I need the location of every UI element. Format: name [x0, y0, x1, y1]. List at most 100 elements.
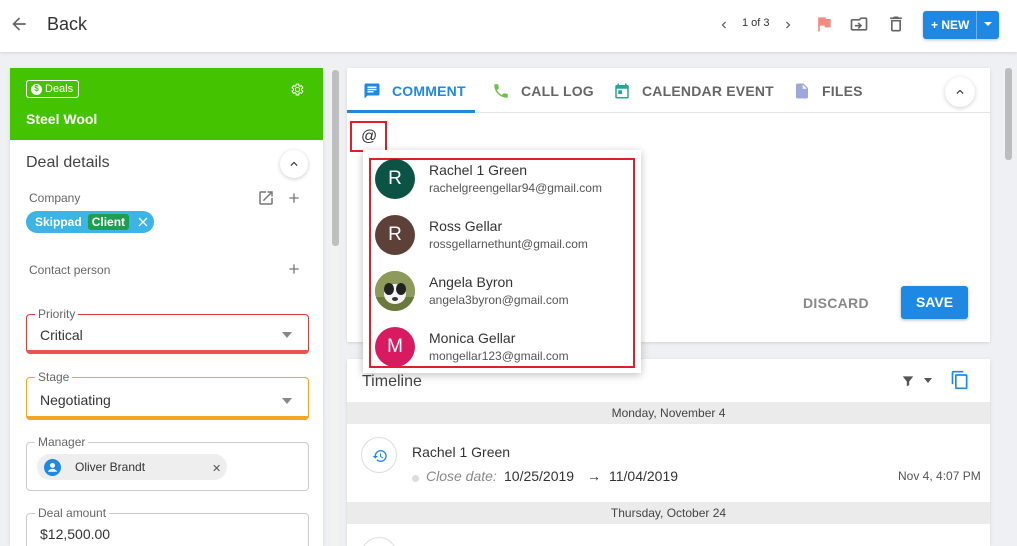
discard-button[interactable]: DISCARD: [803, 295, 869, 311]
file-icon: [796, 83, 808, 99]
chevron-up-icon: [290, 161, 298, 166]
user-icon: [44, 459, 61, 476]
tab-files[interactable]: FILES: [793, 81, 863, 101]
event-field-label: Close date:: [426, 468, 497, 484]
event-title: Rachel 1 Green: [412, 444, 511, 460]
tab-call-log-label: CALL LOG: [521, 83, 594, 99]
deal-details-collapse-button[interactable]: [280, 150, 308, 178]
date-header: Thursday, October 24: [347, 502, 990, 524]
comment-input[interactable]: @: [350, 121, 387, 152]
pager-indicator: 1 of 3: [742, 17, 770, 29]
mention-item[interactable]: Angela Byron angela3byron@gmail.com: [375, 271, 625, 325]
status-dot: [412, 475, 419, 482]
mention-email: mongellar123@gmail.com: [429, 349, 569, 363]
history-icon: [361, 437, 397, 473]
composer-collapse-button[interactable]: [945, 77, 975, 107]
manager-chip[interactable]: Oliver Brandt ✕: [37, 454, 227, 480]
priority-select[interactable]: Priority Critical: [26, 307, 309, 354]
stage-value: Negotiating: [40, 392, 111, 408]
caret-down-icon[interactable]: [983, 19, 993, 29]
priority-label: Priority: [35, 307, 79, 321]
phone-icon: [494, 84, 508, 98]
deal-amount-value: $12,500.00: [40, 526, 111, 542]
avatar: R: [375, 215, 415, 255]
mention-item[interactable]: R Ross Gellar rossgellarnethunt@gmail.co…: [375, 215, 625, 269]
company-chip[interactable]: Skippad Client: [26, 211, 155, 233]
tab-call-log[interactable]: CALL LOG: [492, 81, 594, 101]
left-scrollbar-thumb[interactable]: [332, 70, 339, 246]
open-external-icon[interactable]: [257, 189, 275, 207]
client-tag: Client: [87, 214, 130, 230]
mention-item[interactable]: R Rachel 1 Green rachelgreengellar94@gma…: [375, 159, 625, 213]
chevron-left-icon[interactable]: [717, 16, 731, 34]
deals-badge-label: Deals: [45, 83, 74, 95]
chevron-right-icon[interactable]: [781, 16, 795, 34]
deal-details-title: Deal details: [26, 154, 110, 171]
flag-icon[interactable]: [814, 14, 834, 34]
stage-label: Stage: [35, 370, 73, 384]
mention-name: Angela Byron: [429, 274, 514, 290]
mention-item[interactable]: M Monica Gellar mongellar123@gmail.com: [375, 327, 625, 381]
deal-name: Steel Wool: [26, 111, 98, 127]
avatar-photo: [375, 271, 415, 311]
event-old-value: 10/25/2019: [504, 468, 575, 484]
remove-company-icon[interactable]: [138, 217, 148, 227]
arrow-right-icon: →: [587, 468, 601, 484]
event-timestamp: Nov 4, 4:07 PM: [898, 469, 981, 483]
save-button[interactable]: SAVE: [901, 286, 968, 319]
manager-name: Oliver Brandt: [75, 460, 146, 474]
stage-select[interactable]: Stage Negotiating: [26, 370, 309, 420]
priority-value: Critical: [40, 327, 83, 343]
tab-calendar-event-label: CALENDAR EVENT: [642, 83, 774, 99]
mention-name: Monica Gellar: [429, 330, 516, 346]
deal-panel: $ Deals Steel Wool Deal details Company …: [10, 68, 323, 546]
filter-icon[interactable]: [901, 374, 915, 388]
avatar: R: [375, 159, 415, 199]
add-contact-icon[interactable]: [286, 261, 302, 277]
move-to-folder-icon[interactable]: [849, 14, 869, 34]
manager-field[interactable]: Manager Oliver Brandt ✕: [26, 435, 309, 491]
tab-files-label: FILES: [822, 83, 863, 99]
comment-icon: [364, 83, 380, 99]
mention-email: rachelgreengellar94@gmail.com: [429, 181, 602, 195]
mention-name: Ross Gellar: [429, 218, 503, 234]
right-scrollbar-thumb[interactable]: [1005, 68, 1012, 160]
mention-suggestions: R Rachel 1 Green rachelgreengellar94@gma…: [363, 150, 641, 373]
mention-name: Rachel 1 Green: [429, 162, 528, 178]
dropdown-arrow-icon: [282, 332, 292, 338]
back-button-label[interactable]: Back: [47, 14, 87, 35]
new-button-label: + NEW: [931, 18, 970, 32]
timeline-panel: Timeline Monday, November 4 Rachel 1 Gre…: [347, 359, 990, 546]
back-arrow-icon[interactable]: [9, 14, 29, 34]
deal-amount-field[interactable]: Deal amount $12,500.00: [26, 506, 309, 546]
new-button-divider: [976, 11, 977, 39]
new-button[interactable]: + NEW: [923, 11, 999, 39]
gear-icon[interactable]: [290, 82, 305, 97]
manager-label: Manager: [35, 435, 89, 449]
remove-manager-icon[interactable]: ✕: [212, 462, 221, 475]
tab-comment-label: COMMENT: [392, 83, 466, 99]
chevron-up-icon: [956, 89, 964, 94]
tab-calendar-event[interactable]: CALENDAR EVENT: [613, 81, 774, 101]
add-company-icon[interactable]: [286, 190, 302, 206]
dollar-icon: $: [31, 83, 42, 95]
deal-header: $ Deals Steel Wool: [10, 68, 323, 140]
date-header: Monday, November 4: [347, 402, 990, 424]
mention-email: rossgellarnethunt@gmail.com: [429, 237, 588, 251]
deal-amount-label: Deal amount: [35, 506, 110, 520]
company-label: Company: [29, 191, 81, 205]
delete-icon[interactable]: [886, 14, 906, 34]
deals-badge: $ Deals: [26, 80, 80, 98]
event-new-value: 11/04/2019: [609, 468, 679, 484]
top-bar: Back 1 of 3 + NEW: [0, 0, 1017, 52]
caret-down-icon[interactable]: [924, 378, 932, 383]
history-icon: [361, 537, 397, 546]
calendar-icon: [615, 83, 629, 99]
avatar: M: [375, 327, 415, 367]
mention-email: angela3byron@gmail.com: [429, 293, 569, 307]
company-name: Skippad: [35, 215, 82, 229]
active-tab-indicator: [347, 110, 475, 113]
copy-icon[interactable]: [950, 370, 970, 390]
activity-tabs: COMMENT CALL LOG CALENDAR EVENT FILES: [347, 68, 990, 113]
tab-comment[interactable]: COMMENT: [363, 81, 466, 101]
